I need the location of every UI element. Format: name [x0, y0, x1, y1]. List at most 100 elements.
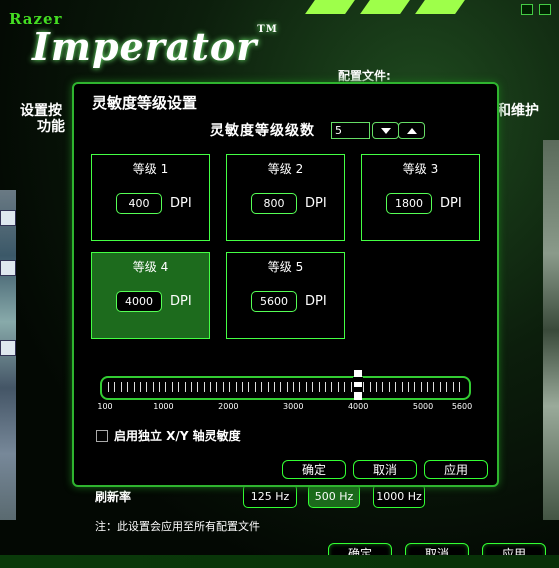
level-4-box[interactable]: 等级 4 4000 DPI: [91, 252, 210, 339]
dpi-slider-thumb[interactable]: [353, 370, 364, 400]
dpi-input[interactable]: 1800: [386, 193, 432, 214]
xy-sensitivity-checkbox[interactable]: [96, 430, 108, 442]
slider-scale-label: 5600: [451, 402, 473, 411]
arrow-up-icon: [406, 127, 417, 134]
slider-tick: [178, 382, 180, 392]
global-setting-note: 注：此设置会应用至所有配置文件: [95, 520, 260, 533]
dpi-input[interactable]: 800: [251, 193, 297, 214]
slider-tick: [401, 382, 403, 392]
arrow-down-icon: [380, 127, 391, 134]
level-name: 等级 2: [267, 162, 304, 176]
dialog-title: 灵敏度等级设置: [92, 94, 198, 112]
level-name: 等级 3: [402, 162, 439, 176]
slider-tick: [286, 382, 288, 392]
close-button[interactable]: [539, 4, 551, 15]
level-1-box[interactable]: 等级 1 400 DPI: [91, 154, 210, 241]
minimize-button[interactable]: [521, 4, 533, 15]
trademark-mark: TM: [257, 24, 278, 35]
slider-tick: [280, 382, 282, 392]
desktop-icon: [0, 260, 16, 276]
slider-tick: [407, 382, 409, 392]
slider-tick: [433, 382, 435, 392]
slider-tick: [318, 382, 320, 392]
slider-tick: [293, 382, 295, 392]
refresh-500-button[interactable]: 500 Hz: [308, 484, 360, 508]
level-name: 等级 1: [132, 162, 169, 176]
dpi-input[interactable]: 400: [116, 193, 162, 214]
slider-tick: [388, 382, 390, 392]
slider-tick: [420, 382, 422, 392]
slider-scale-label: 100: [97, 402, 113, 411]
slider-tick: [324, 382, 326, 392]
level-name: 等级 4: [132, 260, 169, 274]
slider-tick: [382, 382, 384, 392]
slider-tick: [312, 382, 314, 392]
slider-scale-label: 3000: [283, 402, 304, 411]
slider-tick: [108, 382, 109, 392]
slider-tick: [395, 382, 397, 392]
slider-tick: [369, 382, 371, 392]
level-5-box[interactable]: 等级 5 5600 DPI: [226, 252, 345, 339]
slider-tick: [267, 382, 269, 392]
level-count-increase-button[interactable]: [398, 122, 425, 139]
dialog-apply-button[interactable]: 应用: [424, 460, 488, 479]
slider-tick: [127, 382, 129, 392]
slider-tick: [414, 382, 416, 392]
dialog-cancel-button[interactable]: 取消: [353, 460, 417, 479]
slider-tick: [350, 382, 352, 392]
dpi-slider-track[interactable]: [100, 376, 471, 400]
slider-scale-label: 1000: [153, 402, 174, 411]
dpi-input[interactable]: 4000: [116, 291, 162, 312]
desktop-icon: [0, 210, 16, 226]
sensitivity-dialog: 灵敏度等级设置 灵敏度等级级数 5 等级 1 400 DPI 等级 2 800 …: [72, 82, 499, 487]
imperator-logo: ImperatorTM: [32, 24, 278, 69]
slider-tick: [165, 382, 167, 392]
refresh-1000-button[interactable]: 1000 Hz: [373, 484, 425, 508]
slider-tick: [139, 382, 141, 392]
dpi-unit: DPI: [305, 294, 327, 309]
slider-scale-label: 5000: [412, 402, 434, 411]
tab-button-settings-line2[interactable]: 功能: [37, 116, 65, 136]
dpi-unit: DPI: [170, 294, 192, 309]
desktop-strip-right: [543, 140, 559, 520]
desktop-icon: [0, 340, 16, 356]
slider-tick: [305, 382, 307, 392]
slider-tick: [331, 382, 333, 392]
level-count-decrease-button[interactable]: [372, 122, 399, 139]
slider-tick: [216, 382, 218, 392]
slider-tick: [459, 382, 460, 392]
slider-tick: [210, 382, 212, 392]
level-count-input[interactable]: 5: [331, 122, 370, 139]
slider-scale-label: 2000: [218, 402, 239, 411]
desktop-strip-left: [0, 190, 16, 520]
slider-tick: [344, 382, 346, 392]
footer-bar: [0, 555, 559, 568]
level-3-box[interactable]: 等级 3 1800 DPI: [361, 154, 480, 241]
slider-tick: [133, 382, 135, 392]
refresh-125-button[interactable]: 125 Hz: [243, 484, 297, 508]
slider-tick: [203, 382, 205, 392]
dpi-input[interactable]: 5600: [251, 291, 297, 312]
slider-tick: [152, 382, 154, 392]
slider-tick: [229, 382, 231, 392]
slider-tick: [171, 382, 173, 392]
dpi-unit: DPI: [305, 196, 327, 211]
level-name: 等级 5: [267, 260, 304, 274]
slider-scale-label: 4000: [347, 402, 369, 411]
slider-tick: [235, 382, 237, 392]
tab-maintenance[interactable]: 和维护: [497, 100, 539, 120]
level-2-box[interactable]: 等级 2 800 DPI: [226, 154, 345, 241]
slider-tick: [120, 382, 122, 392]
dpi-unit: DPI: [170, 196, 192, 211]
slider-tick: [190, 382, 192, 392]
slider-tick: [197, 382, 199, 392]
slider-tick: [273, 382, 275, 392]
slider-tick: [146, 382, 148, 392]
slider-tick: [427, 382, 429, 392]
slider-tick: [299, 382, 301, 392]
slider-tick: [261, 382, 263, 392]
dialog-ok-button[interactable]: 确定: [282, 460, 346, 479]
slider-tick: [376, 382, 378, 392]
slider-tick: [446, 382, 448, 392]
slider-tick: [159, 382, 161, 392]
